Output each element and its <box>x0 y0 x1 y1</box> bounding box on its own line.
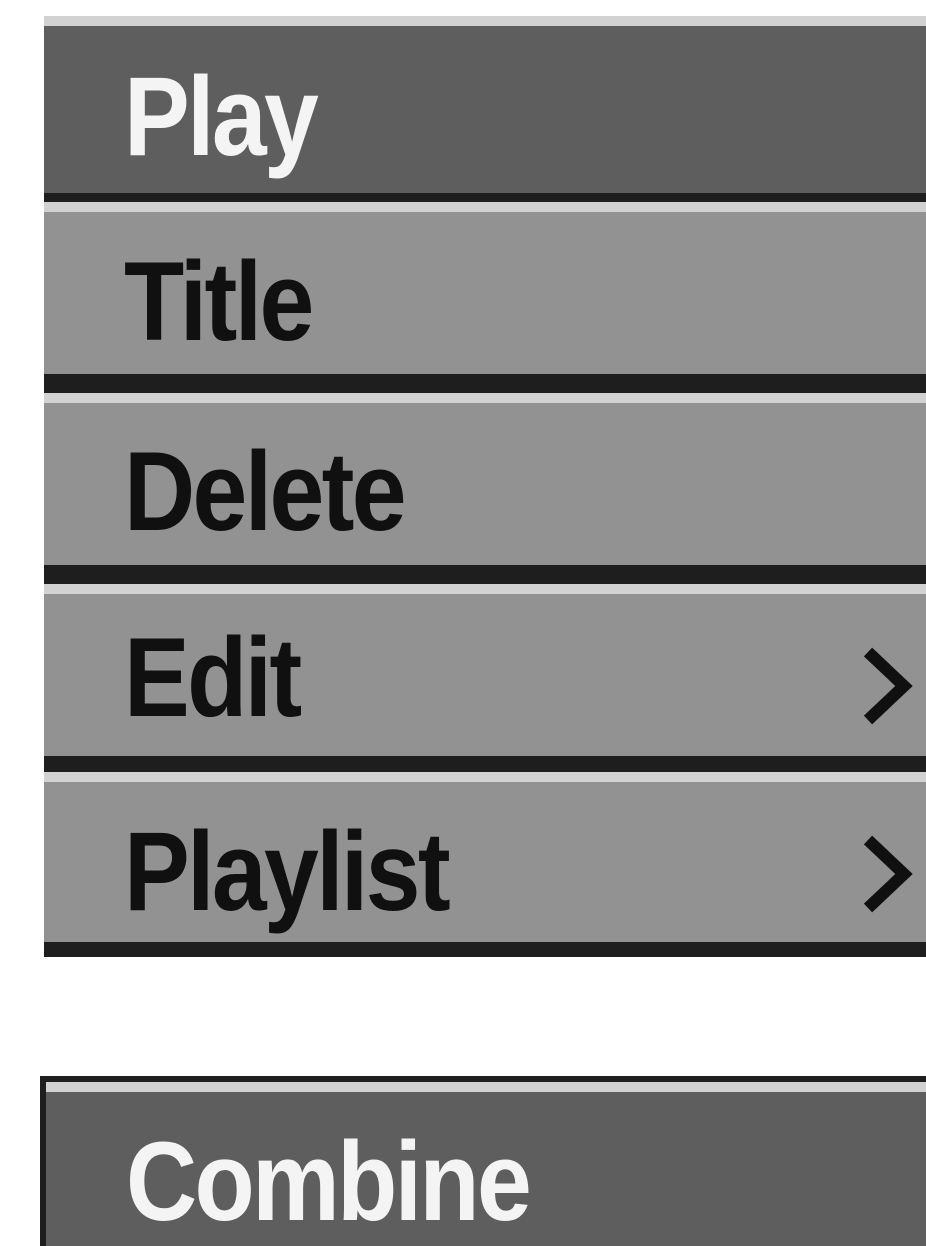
chevron-right-icon <box>863 647 913 725</box>
menu-item-label: Playlist <box>124 809 451 934</box>
menu-item-label: Delete <box>124 429 407 554</box>
menu-item-delete[interactable]: Delete <box>44 393 926 565</box>
menu-item-label: Play <box>124 54 319 179</box>
submenu-item-combine[interactable]: Combine <box>46 1082 926 1246</box>
menu-item-title[interactable]: Title <box>44 202 926 374</box>
chevron-right-icon <box>863 835 913 913</box>
menu-item-label: Edit <box>124 615 302 740</box>
submenu-item-label: Combine <box>126 1119 532 1244</box>
main-menu: Play Title Delete Edit Playlist <box>44 16 926 957</box>
menu-item-label: Title <box>124 239 314 364</box>
menu-item-playlist[interactable]: Playlist <box>44 772 926 942</box>
menu-item-edit[interactable]: Edit <box>44 584 926 756</box>
edit-submenu: Combine <box>40 1076 926 1246</box>
menu-item-play[interactable]: Play <box>44 16 926 193</box>
